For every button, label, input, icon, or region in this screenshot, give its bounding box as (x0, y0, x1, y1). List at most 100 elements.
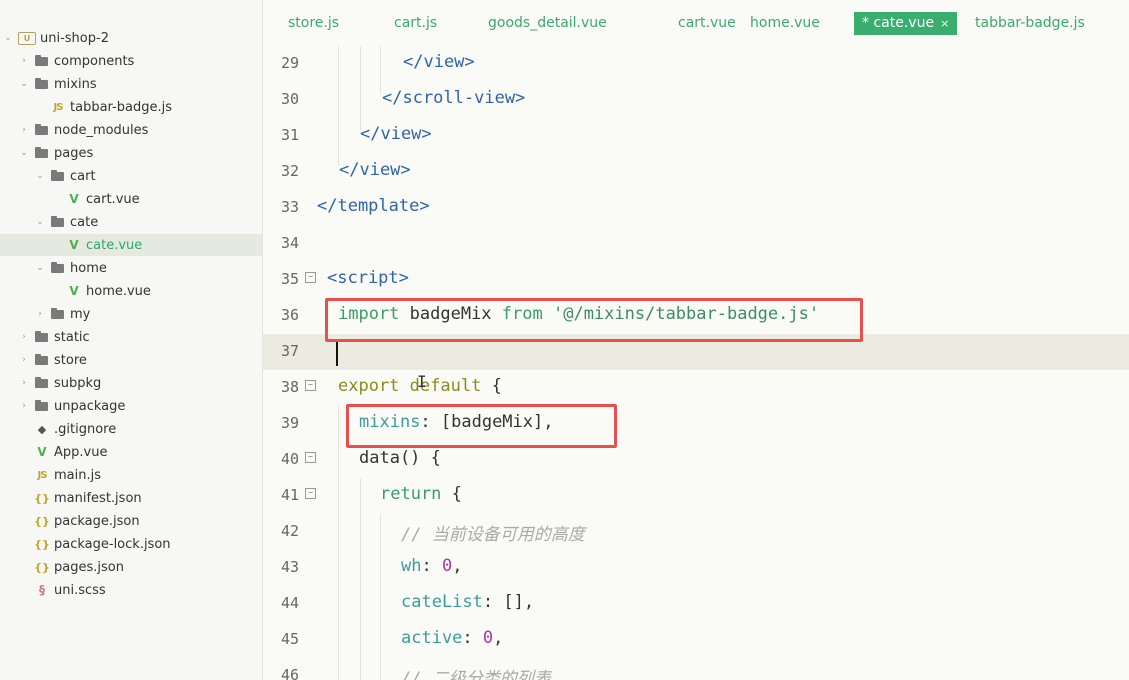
code-token: <script> (327, 268, 409, 288)
chevron-right-icon[interactable]: › (34, 308, 46, 320)
tab-cart-js[interactable]: cart.js (394, 12, 437, 35)
line-number: 31 (280, 126, 299, 144)
scss-file-icon: § (39, 583, 45, 597)
code-line[interactable]: 30 </scroll-view> (263, 82, 1129, 118)
chevron-down-icon[interactable]: ⌄ (34, 262, 46, 274)
folder-icon (34, 77, 50, 91)
code-token: : (462, 628, 483, 648)
code-text: wh: 0, (401, 556, 462, 576)
chevron-down-icon[interactable]: ⌄ (34, 170, 46, 182)
json-file-icon: {} (34, 514, 50, 528)
tree-item-label: cate (70, 214, 99, 230)
tree-item-app-vue[interactable]: V App.vue (0, 441, 262, 463)
line-number: 32 (280, 162, 299, 180)
tree-item-uni-scss[interactable]: § uni.scss (0, 579, 262, 601)
chevron-down-icon[interactable]: ⌄ (18, 147, 30, 159)
tree-item-label: .gitignore (54, 421, 117, 437)
chevron-down-icon[interactable]: ⌄ (18, 78, 30, 90)
tree-item-my-folder[interactable]: › my (0, 303, 262, 325)
tree-item-static[interactable]: › static (0, 326, 262, 348)
tree-item-mixins[interactable]: ⌄ mixins (0, 73, 262, 95)
line-number: 34 (280, 234, 299, 252)
fold-toggle-icon[interactable]: − (305, 488, 316, 499)
code-token: </view> (360, 124, 432, 144)
tree-item-home-folder[interactable]: ⌄ home (0, 257, 262, 279)
code-text: </view> (339, 160, 411, 180)
tree-item-pages[interactable]: ⌄ pages (0, 142, 262, 164)
code-line[interactable]: 45 active: 0, (263, 622, 1129, 658)
tree-item-cate-vue[interactable]: V cate.vue (0, 234, 262, 256)
tree-item-home-vue[interactable]: V home.vue (0, 280, 262, 302)
tab-label: store.js (288, 15, 340, 31)
close-icon[interactable]: × (940, 17, 949, 30)
code-text: // 二级分类的列表 (401, 664, 551, 680)
line-number: 37 (280, 342, 299, 360)
fold-toggle-icon[interactable]: − (305, 380, 316, 391)
tree-item-label: static (54, 329, 90, 345)
tab-goods-detail-vue[interactable]: goods_detail.vue (488, 12, 607, 35)
tab-cart-vue[interactable]: cart.vue (678, 12, 736, 35)
code-line[interactable]: 38− export default { (263, 370, 1129, 406)
tree-item-cate-folder[interactable]: ⌄ cate (0, 211, 262, 233)
code-line[interactable]: 35− <script> (263, 262, 1129, 298)
fold-toggle-icon[interactable]: − (305, 452, 316, 463)
code-line[interactable]: 32 </view> (263, 154, 1129, 190)
code-line[interactable]: 46 // 二级分类的列表 (263, 658, 1129, 680)
tree-item-label: cate.vue (86, 237, 143, 253)
tree-item-gitignore[interactable]: ◆ .gitignore (0, 418, 262, 440)
tree-item-cart-vue[interactable]: V cart.vue (0, 188, 262, 210)
tree-item-package-lock-json[interactable]: {} package-lock.json (0, 533, 262, 555)
tree-item-label: store (54, 352, 87, 368)
code-line[interactable]: 44 cateList: [], (263, 586, 1129, 622)
tree-item-tabbar-badge-js[interactable]: JS tabbar-badge.js (0, 96, 262, 118)
indent-guide (360, 478, 361, 680)
line-number: 39 (280, 414, 299, 432)
tree-item-subpkg[interactable]: › subpkg (0, 372, 262, 394)
line-number: 43 (280, 558, 299, 576)
chevron-down-icon[interactable]: ⌄ (2, 32, 14, 44)
code-line[interactable]: 43 wh: 0, (263, 550, 1129, 586)
code-line[interactable]: 41− return { (263, 478, 1129, 514)
line-number: 35 (280, 270, 299, 288)
tab-cate-vue[interactable]: * cate.vue × (854, 12, 958, 35)
tree-item-components[interactable]: › components (0, 50, 262, 72)
tree-item-manifest-json[interactable]: {} manifest.json (0, 487, 262, 509)
tree-item-store[interactable]: › store (0, 349, 262, 371)
tree-item-cart-folder[interactable]: ⌄ cart (0, 165, 262, 187)
code-text: data() { (359, 448, 441, 468)
folder-icon (50, 261, 66, 275)
tab-store-js[interactable]: store.js (288, 12, 339, 35)
tree-item-node-modules[interactable]: › node_modules (0, 119, 262, 141)
code-line[interactable]: 31 </view> (263, 118, 1129, 154)
tree-item-package-json[interactable]: {} package.json (0, 510, 262, 532)
chevron-right-icon[interactable]: › (18, 124, 30, 136)
code-line[interactable]: 34 (263, 226, 1129, 262)
code-line[interactable]: 33 </template> (263, 190, 1129, 226)
mouse-cursor-icon: I (417, 372, 427, 391)
code-line[interactable]: 29 </view> (263, 46, 1129, 82)
chevron-down-icon[interactable]: ⌄ (34, 216, 46, 228)
code-token: { (441, 484, 462, 504)
editor-tab-bar: store.js cart.js goods_detail.vue cart.v… (263, 0, 1129, 47)
tree-item-main-js[interactable]: JS main.js (0, 464, 262, 486)
folder-icon (34, 54, 50, 68)
code-token: </template> (317, 196, 430, 216)
folder-icon (50, 215, 66, 229)
project-root[interactable]: ⌄ U uni-shop-2 (0, 27, 262, 49)
chevron-right-icon[interactable]: › (18, 55, 30, 67)
chevron-right-icon[interactable]: › (18, 354, 30, 366)
tab-home-vue[interactable]: home.vue (750, 12, 820, 35)
chevron-right-icon[interactable]: › (18, 400, 30, 412)
fold-toggle-icon[interactable]: − (305, 272, 316, 283)
tab-tabbar-badge-js[interactable]: tabbar-badge.js (975, 12, 1085, 35)
tree-item-pages-json[interactable]: {} pages.json (0, 556, 262, 578)
tree-item-unpackage[interactable]: › unpackage (0, 395, 262, 417)
indent-guide (380, 514, 381, 680)
folder-icon (34, 123, 50, 137)
code-editor[interactable]: 29 </view> 30 </scroll-view> 31 </view> 32 </vi… (263, 46, 1129, 680)
chevron-right-icon[interactable]: › (18, 331, 30, 343)
tree-item-label: subpkg (54, 375, 102, 391)
chevron-right-icon[interactable]: › (18, 377, 30, 389)
code-line[interactable]: 42 // 当前设备可用的高度 (263, 514, 1129, 550)
